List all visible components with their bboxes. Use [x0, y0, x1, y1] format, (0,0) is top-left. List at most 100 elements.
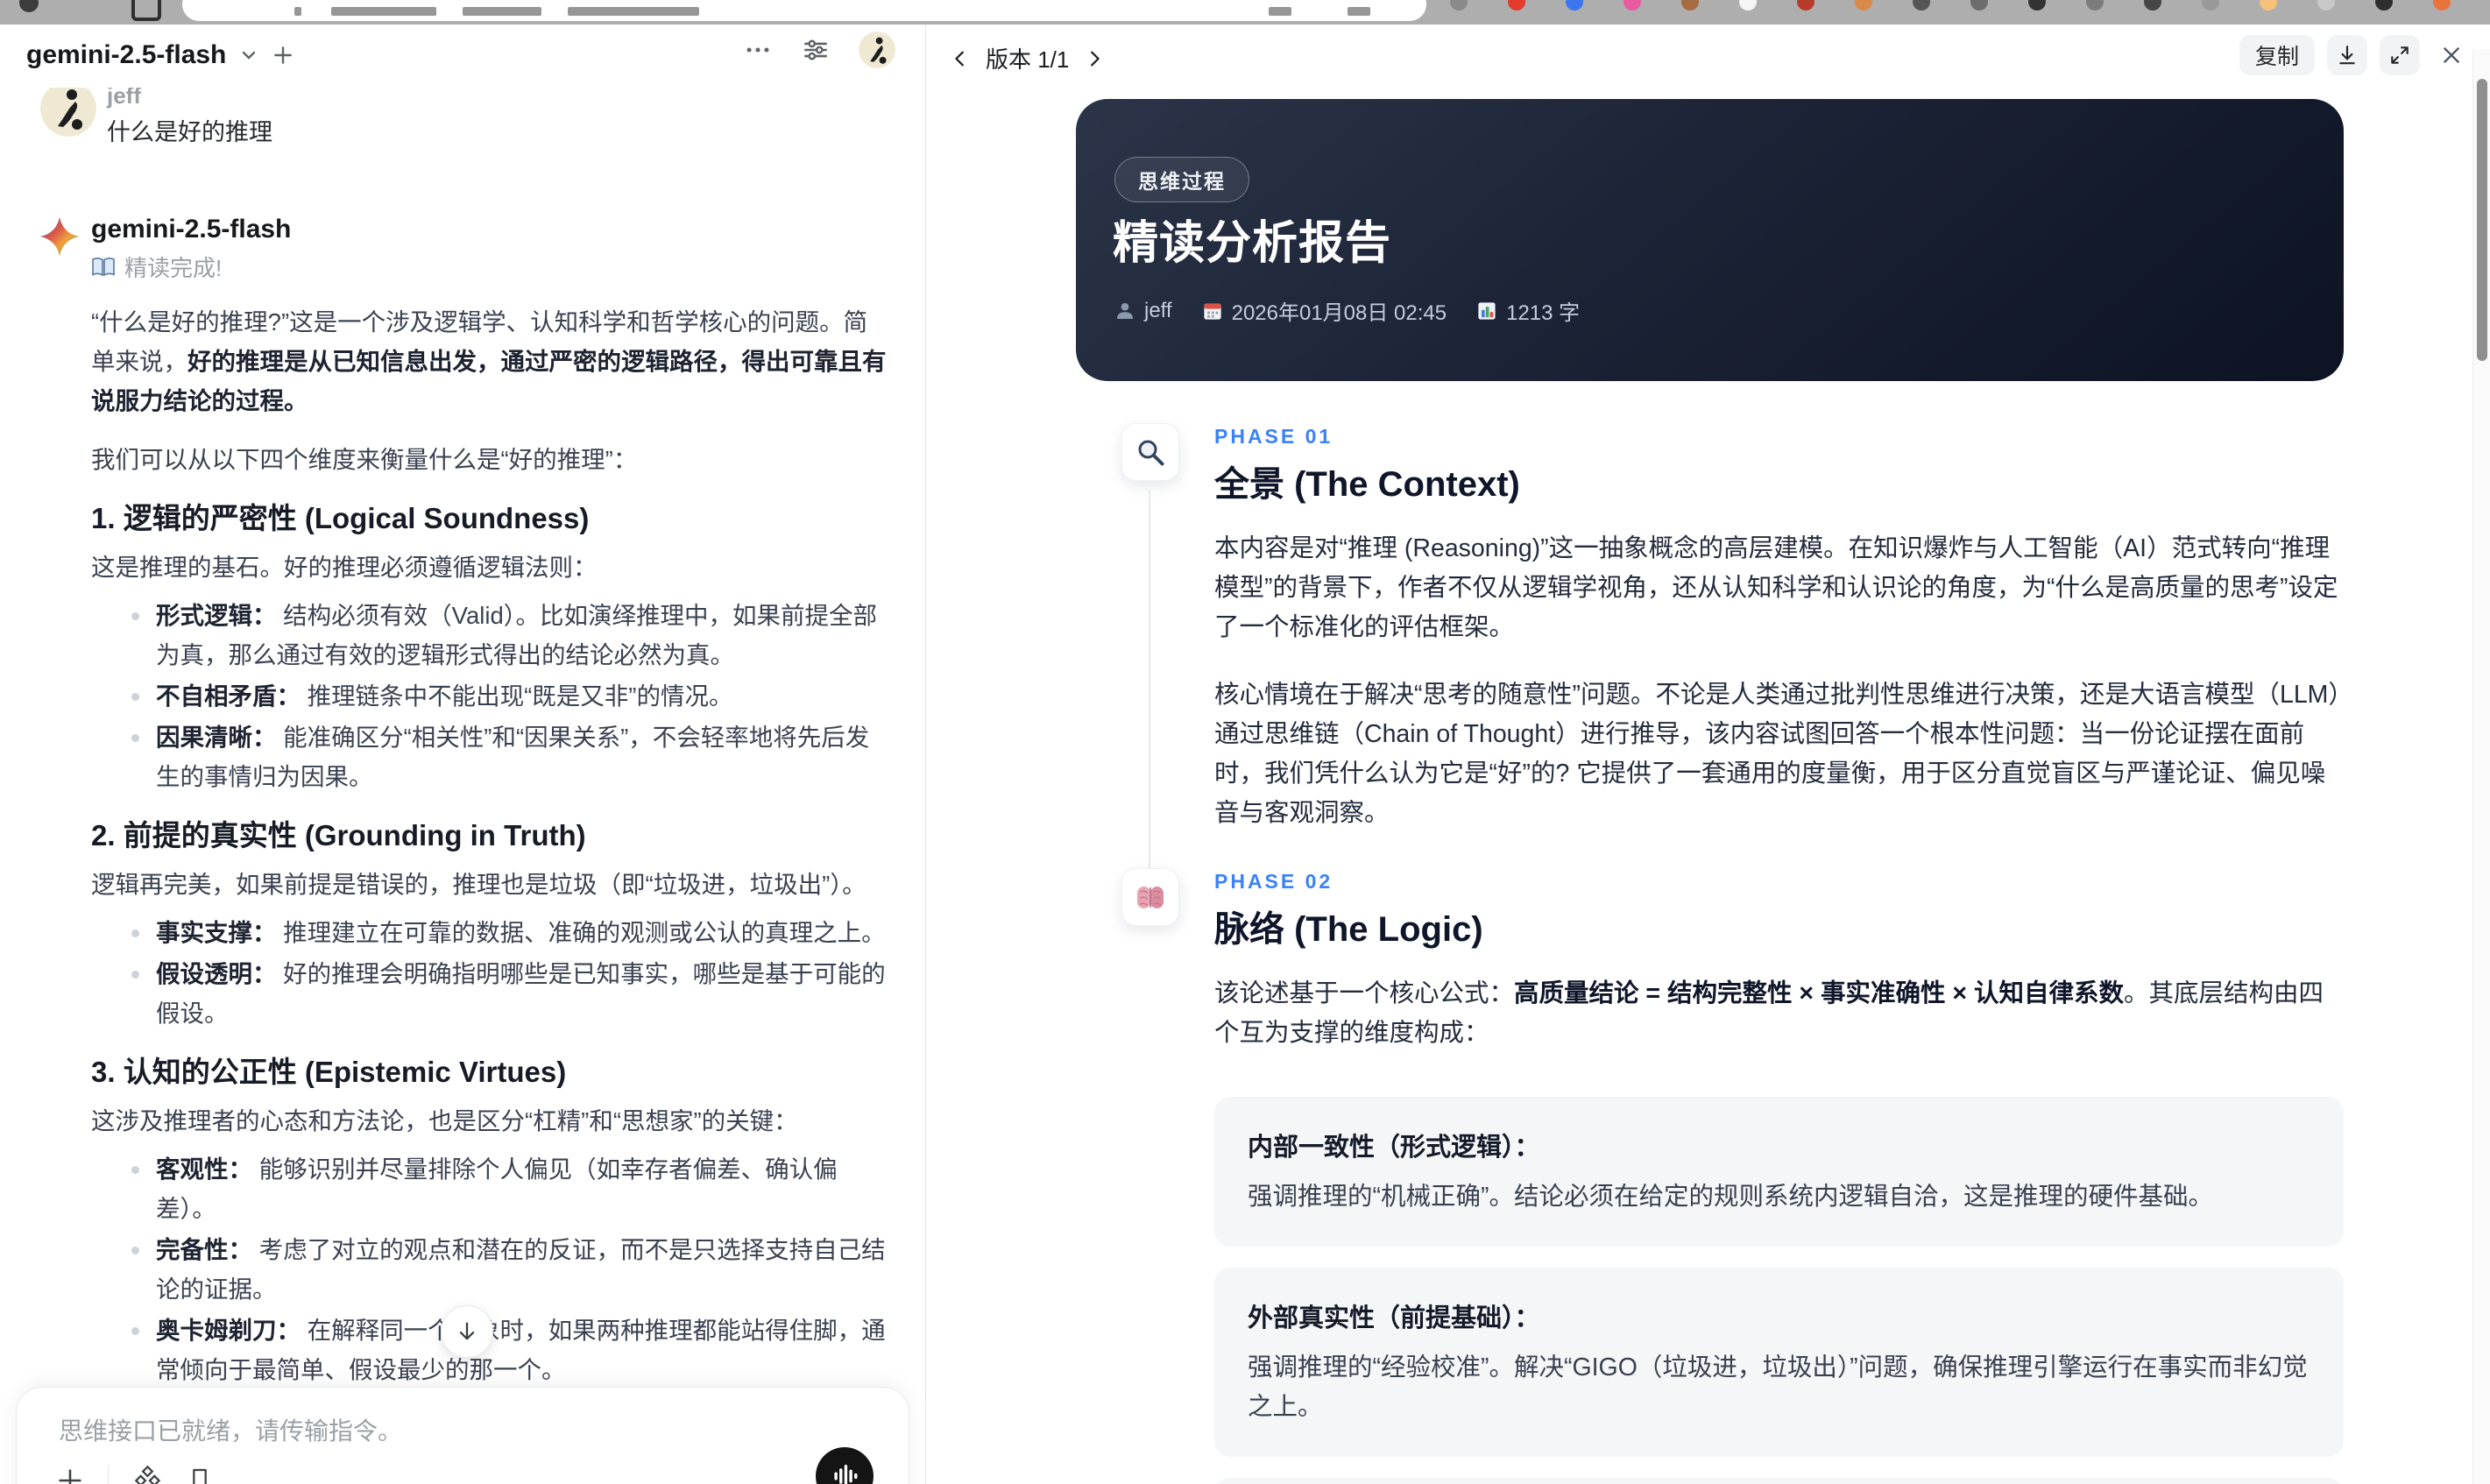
intro-paragraph: “什么是好的推理?”这是一个涉及逻辑学、认知科学和哲学核心的问题。简单来说，好的…: [91, 308, 887, 414]
extension-icon[interactable]: [2260, 0, 2277, 11]
address-bar[interactable]: [182, 0, 1426, 21]
download-icon: [2339, 46, 2355, 65]
phase-section-1: PHASE 01 全景 (The Context) 本内容是对“推理 (Reas…: [1121, 423, 2344, 886]
extension-icon[interactable]: [1566, 0, 1583, 11]
list-item: 完备性： 考虑了对立的观点和潜在的反证，而不是只选择支持自己结论的证据。: [126, 1230, 887, 1309]
browser-toolbar: [0, 0, 2490, 25]
extension-icon[interactable]: [2317, 0, 2335, 11]
phase-title: 脉络 (The Logic): [1214, 910, 1483, 949]
copy-button[interactable]: 复制: [2239, 35, 2315, 75]
extension-icon[interactable]: [1855, 0, 1872, 11]
phase-label: PHASE 01: [1214, 425, 1333, 448]
extension-icon[interactable]: [2433, 0, 2451, 11]
close-button[interactable]: [2432, 36, 2471, 74]
chat-header: gemini-2.5-flash: [0, 25, 925, 88]
lead-paragraph: 我们可以从以下四个维度来衡量什么是“好的推理”：: [91, 446, 638, 473]
phase-timeline: [1149, 490, 1150, 886]
attach-plus-icon[interactable]: [55, 1466, 85, 1484]
composer-placeholder[interactable]: 思维接口已就绪，请传输指令。: [59, 1412, 402, 1447]
phase-section-2: PHASE 02 脉络 (The Logic) 该论述基于一个核心公式：高质量结…: [1121, 868, 2344, 1484]
version-navigator: 版本 1/1: [951, 42, 1104, 74]
card-title: 外部真实性（前提基础）：: [1248, 1304, 1540, 1332]
card-text: 强调推理的“经验校准”。解决“GIGO（垃圾进，垃圾出）”问题，确保推理引擎运行…: [1248, 1353, 2308, 1421]
expand-button[interactable]: [2380, 35, 2420, 75]
logic-card: 主体伦理（认识美德）： 转向推理者的心理特征。引入奥卡姆剃刀和反向论证，旨在克服…: [1214, 1478, 2344, 1484]
phase-paragraph: 核心情境在于解决“思考的随意性”问题。不论是人类通过批判性思维进行决策，还是大语…: [1214, 681, 2341, 827]
extension-icon[interactable]: [1508, 0, 1525, 11]
book-icon: [91, 257, 116, 278]
logic-cards: 内部一致性（形式逻辑）： 强调推理的“机械正确”。结论必须在给定的规则系统内逻辑…: [1214, 1097, 2344, 1484]
phase-paragraph: 本内容是对“推理 (Reasoning)”这一抽象概念的高层建模。在知识爆炸与人…: [1214, 534, 2338, 641]
divider: [108, 1466, 109, 1484]
user-message: jeff 什么是好的推理: [40, 81, 887, 149]
bullet-list: 形式逻辑： 结构必须有效（Valid）。比如演绎推理中，如果前提全部为真，那么通…: [91, 596, 887, 796]
scrollbar-thumb[interactable]: [2477, 79, 2487, 361]
next-version-icon[interactable]: [1085, 49, 1104, 68]
list-item: 不自相矛盾： 推理链条中不能出现“既是又非”的情况。: [126, 676, 887, 716]
chat-messages[interactable]: jeff 什么是好的推理 gemini-2.5-flash 精读完成! “什么是…: [0, 81, 925, 1484]
more-options-icon[interactable]: [743, 35, 773, 65]
gemini-star-icon: [39, 216, 81, 258]
user-avatar[interactable]: [859, 32, 895, 68]
voice-input-button[interactable]: [816, 1447, 874, 1484]
assistant-message: gemini-2.5-flash 精读完成! “什么是好的推理?”这是一个涉及逻…: [39, 214, 887, 1484]
arrow-down-icon: [459, 1322, 475, 1340]
message-author: gemini-2.5-flash: [91, 215, 292, 244]
bar-chart-icon: [1478, 301, 1496, 320]
skills-diamond-icon[interactable]: [131, 1465, 163, 1484]
section-heading: 2. 前提的真实性 (Grounding in Truth): [91, 819, 586, 852]
extension-icon[interactable]: [2144, 0, 2161, 11]
extension-icon[interactable]: [1450, 0, 1468, 11]
browser-profile-icon[interactable]: [19, 0, 39, 12]
app-window: gemini-2.5-flash jeff 什么是好的推理 gemini-2.5…: [0, 0, 2490, 1484]
bullet-list: 客观性： 能够识别并尽量排除个人偏见（如幸存者偏差、确认偏差）。 完备性： 考虑…: [91, 1149, 887, 1389]
extension-icon[interactable]: [1739, 0, 1757, 11]
extension-icon[interactable]: [1913, 0, 1930, 11]
date-meta: 2026年01月08日 02:45: [1202, 295, 1447, 326]
extension-icon[interactable]: [2086, 0, 2104, 11]
chevron-down-icon[interactable]: [238, 45, 259, 66]
scroll-to-bottom-button[interactable]: [441, 1305, 493, 1358]
status-text: 精读完成!: [124, 255, 223, 281]
list-item: 假设透明： 好的推理会明确指明哪些是已知事实，哪些是基于可能的假设。: [126, 954, 887, 1033]
message-text: 什么是好的推理: [107, 119, 272, 145]
phase-label: PHASE 02: [1214, 870, 1333, 893]
message-composer[interactable]: 思维接口已就绪，请传输指令。: [16, 1387, 909, 1484]
card-title: 内部一致性（形式逻辑）：: [1248, 1134, 1540, 1162]
logic-card: 内部一致性（形式逻辑）： 强调推理的“机械正确”。结论必须在给定的规则系统内逻辑…: [1214, 1097, 2344, 1247]
calendar-icon: [1203, 303, 1221, 320]
prev-version-icon[interactable]: [951, 49, 970, 68]
word-count-meta: 1213 字: [1476, 295, 1580, 326]
report-meta: jeff 2026年01月08日 02:45 1213 字: [1114, 295, 1580, 326]
bullet-list: 事实支撑： 推理建立在可靠的数据、准确的观测或公认的真理之上。 假设透明： 好的…: [91, 913, 887, 1033]
document-scroll-area[interactable]: 思维过程 精读分析报告 jeff 2026年01月08日 02:45 1213 …: [926, 99, 2490, 1484]
extension-icon[interactable]: [2202, 0, 2219, 11]
section-desc: 这涉及推理者的心态和方法论，也是区分“杠精”和“思想家”的关键：: [91, 1107, 798, 1134]
list-item: 形式逻辑： 结构必须有效（Valid）。比如演绎推理中，如果前提全部为真，那么通…: [126, 596, 887, 675]
window-scrollbar[interactable]: [2472, 49, 2490, 1484]
list-item: 因果清晰： 能准确区分“相关性”和“因果关系”，不会轻率地将先后发生的事情归为因…: [126, 717, 887, 796]
extension-icon[interactable]: [1681, 0, 1699, 11]
extension-icon[interactable]: [1970, 0, 1988, 11]
magnifier-icon: [1121, 423, 1179, 481]
extension-icon[interactable]: [2028, 0, 2046, 11]
model-selector[interactable]: gemini-2.5-flash: [26, 40, 226, 70]
chat-panel: gemini-2.5-flash jeff 什么是好的推理 gemini-2.5…: [0, 25, 925, 1484]
browser-extensions-row: [1450, 0, 2451, 11]
brain-icon: [1121, 868, 1179, 926]
person-icon: [1117, 302, 1133, 319]
list-item: 事实支撑： 推理建立在可靠的数据、准确的观测或公认的真理之上。: [126, 913, 887, 952]
extension-icon[interactable]: [1797, 0, 1814, 11]
extension-icon[interactable]: [2375, 0, 2393, 11]
assistant-markdown: “什么是好的推理?”这是一个涉及逻辑学、认知科学和哲学核心的问题。简单来说，好的…: [91, 302, 887, 1484]
user-avatar: [40, 81, 96, 137]
reading-status: 精读完成!: [91, 251, 887, 283]
settings-sliders-icon[interactable]: [801, 35, 831, 65]
logic-card: 外部真实性（前提基础）： 强调推理的“经验校准”。解决“GIGO（垃圾进，垃圾出…: [1214, 1268, 2344, 1457]
new-chat-button[interactable]: [272, 44, 294, 67]
browser-apps-icon[interactable]: [131, 0, 161, 21]
download-button[interactable]: [2327, 35, 2367, 75]
expand-icon: [2391, 46, 2409, 64]
bookmark-icon[interactable]: [186, 1466, 214, 1484]
extension-icon[interactable]: [1623, 0, 1641, 11]
